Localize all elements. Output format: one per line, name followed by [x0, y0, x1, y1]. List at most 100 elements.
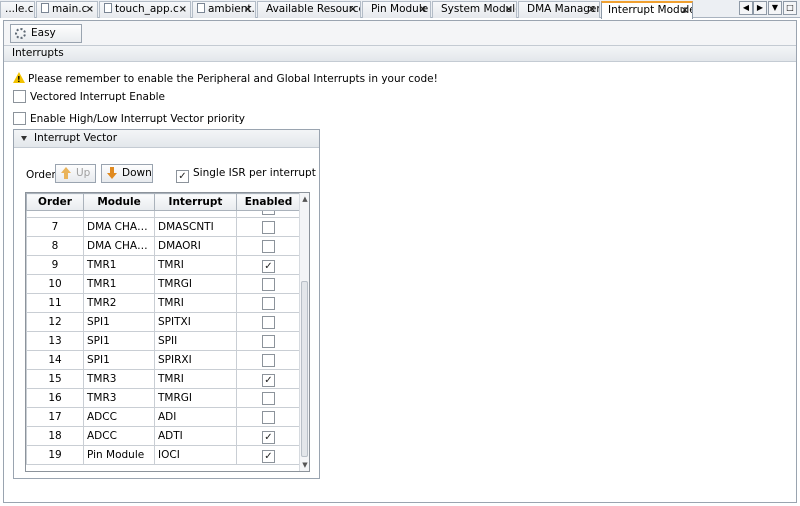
close-icon[interactable]: ×: [86, 2, 94, 17]
close-icon[interactable]: ×: [505, 2, 513, 17]
row-module-cell: TMR3: [83, 369, 155, 389]
scroll-down-icon[interactable]: ▼: [301, 461, 309, 469]
scrollbar-thumb[interactable]: [301, 281, 308, 457]
enabled-checkbox[interactable]: [262, 220, 275, 234]
row-interrupt-cell: DMAORI: [154, 236, 237, 256]
enabled-checkbox[interactable]: ✓: [262, 374, 275, 387]
move-down-button[interactable]: Down: [101, 164, 153, 183]
easy-setup-button[interactable]: Easy Setup: [10, 24, 82, 56]
enabled-checkbox[interactable]: [262, 353, 275, 367]
table-row[interactable]: 18 ADCC ADTI ✓: [26, 426, 300, 446]
single-isr-checkbox[interactable]: ✓: [176, 170, 189, 183]
enabled-checkbox[interactable]: ✓: [262, 431, 275, 444]
tab-touch-app-c[interactable]: touch_app.c ×: [99, 1, 191, 18]
scroll-up-icon[interactable]: ▲: [301, 195, 309, 203]
table-row[interactable]: 11 TMR2 TMRI: [26, 293, 300, 313]
row-interrupt-cell: SPITXI: [154, 312, 237, 332]
row-module-cell: DMA CHANN...: [83, 236, 155, 256]
high-low-priority-checkbox[interactable]: [13, 112, 26, 125]
enabled-checkbox[interactable]: [262, 211, 275, 215]
enabled-checkbox[interactable]: ✓: [262, 260, 275, 273]
row-enabled-cell: [236, 293, 300, 313]
table-body: 6DMA CHANN...DMADCNTI7DMA CHANN...DMASCN…: [26, 211, 300, 471]
row-interrupt-cell: SPII: [154, 331, 237, 351]
table-row[interactable]: 19 Pin Module IOCI ✓: [26, 445, 300, 465]
row-order-cell: 12: [26, 312, 84, 332]
close-icon[interactable]: ×: [349, 2, 357, 17]
row-interrupt-cell: ADTI: [154, 426, 237, 446]
interrupt-vector-table: Order Module Interrupt Enabled 6DMA CHAN…: [25, 192, 310, 472]
column-header-enabled[interactable]: Enabled: [236, 193, 301, 211]
interrupt-vector-header[interactable]: Interrupt Vector: [14, 130, 319, 148]
tab-available-resources[interactable]: Available Resources ×: [257, 1, 361, 18]
restore-window-icon[interactable]: □: [783, 1, 797, 15]
row-module-cell: ADCC: [83, 426, 155, 446]
enabled-checkbox[interactable]: [262, 296, 275, 310]
row-interrupt-cell: SPIRXI: [154, 350, 237, 370]
file-icon: [41, 3, 49, 13]
enabled-checkbox[interactable]: [262, 334, 275, 348]
table-row[interactable]: 13 SPI1 SPII: [26, 331, 300, 351]
row-order-cell: 15: [26, 369, 84, 389]
tab-le-c[interactable]: ...le.c: [0, 1, 35, 18]
row-enabled-cell: [236, 236, 300, 256]
close-icon[interactable]: ×: [244, 2, 252, 17]
row-enabled-cell: [236, 350, 300, 370]
arrow-down-icon: [107, 167, 118, 180]
tab-list-dropdown-icon[interactable]: ▼: [768, 1, 782, 15]
table-row[interactable]: 15 TMR3 TMRI ✓: [26, 369, 300, 389]
close-icon[interactable]: ×: [681, 3, 689, 18]
column-header-order[interactable]: Order: [26, 193, 84, 211]
vectored-interrupt-option[interactable]: Vectored Interrupt Enable: [13, 90, 165, 104]
column-header-interrupt[interactable]: Interrupt: [154, 193, 237, 211]
column-header-module[interactable]: Module: [83, 193, 155, 211]
table-scrollbar[interactable]: ▲ ▼: [299, 193, 309, 471]
row-module-cell: SPI1: [83, 312, 155, 332]
enabled-checkbox[interactable]: [262, 410, 275, 424]
close-icon[interactable]: ×: [179, 2, 187, 17]
collapse-triangle-icon[interactable]: [21, 136, 27, 141]
table-row[interactable]: 17 ADCC ADI: [26, 407, 300, 427]
table-row[interactable]: 14 SPI1 SPIRXI: [26, 350, 300, 370]
table-row[interactable]: 7DMA CHANN...DMASCNTI: [26, 217, 300, 237]
table-row[interactable]: 10 TMR1 TMRGI: [26, 274, 300, 294]
row-enabled-cell: [236, 312, 300, 332]
enabled-checkbox[interactable]: ✓: [262, 450, 275, 463]
tab-interrupt-module[interactable]: Interrupt Module ×: [601, 1, 693, 19]
warning-icon: [13, 72, 25, 87]
table-row[interactable]: 16 TMR3 TMRGI: [26, 388, 300, 408]
row-interrupt-cell: TMRGI: [154, 274, 237, 294]
tab-system-module[interactable]: System Module ×: [432, 1, 517, 18]
enabled-checkbox[interactable]: [262, 239, 275, 253]
row-module-cell: TMR1: [83, 255, 155, 275]
table-row[interactable]: 8DMA CHANN...DMAORI: [26, 236, 300, 256]
close-icon[interactable]: ×: [588, 2, 596, 17]
tab-ambient-c[interactable]: ambient.c ×: [192, 1, 256, 18]
scroll-tabs-right-icon[interactable]: ▶: [753, 1, 767, 15]
scroll-tabs-left-icon[interactable]: ◀: [739, 1, 753, 15]
vectored-interrupt-checkbox[interactable]: [13, 90, 26, 103]
table-row[interactable]: 12 SPI1 SPITXI: [26, 312, 300, 332]
row-order-cell: 7: [26, 217, 84, 237]
arrow-up-icon: [61, 167, 72, 180]
enabled-checkbox[interactable]: [262, 277, 275, 291]
tab-pin-module[interactable]: Pin Module ×: [362, 1, 431, 18]
close-icon[interactable]: ×: [419, 2, 427, 17]
row-order-cell: 10: [26, 274, 84, 294]
row-enabled-cell: [236, 388, 300, 408]
row-module-cell: TMR2: [83, 293, 155, 313]
tab-dma-manager[interactable]: DMA Manager ×: [518, 1, 600, 18]
interrupt-module-panel: Easy Setup Interrupts Please remember to…: [3, 20, 797, 503]
high-low-priority-option[interactable]: Enable High/Low Interrupt Vector priorit…: [13, 112, 245, 126]
row-enabled-cell: ✓: [236, 255, 300, 275]
enabled-checkbox[interactable]: [262, 315, 275, 329]
gear-icon: [15, 28, 26, 39]
row-module-cell: SPI1: [83, 331, 155, 351]
table-row[interactable]: 9 TMR1 TMRI ✓: [26, 255, 300, 275]
row-enabled-cell: [236, 331, 300, 351]
order-label: Order: [26, 169, 56, 181]
single-isr-option[interactable]: ✓ Single ISR per interrupt: [176, 166, 316, 183]
enabled-checkbox[interactable]: [262, 391, 275, 405]
tab-main-c[interactable]: main.c ×: [36, 1, 98, 18]
move-up-button[interactable]: Up: [55, 164, 96, 183]
